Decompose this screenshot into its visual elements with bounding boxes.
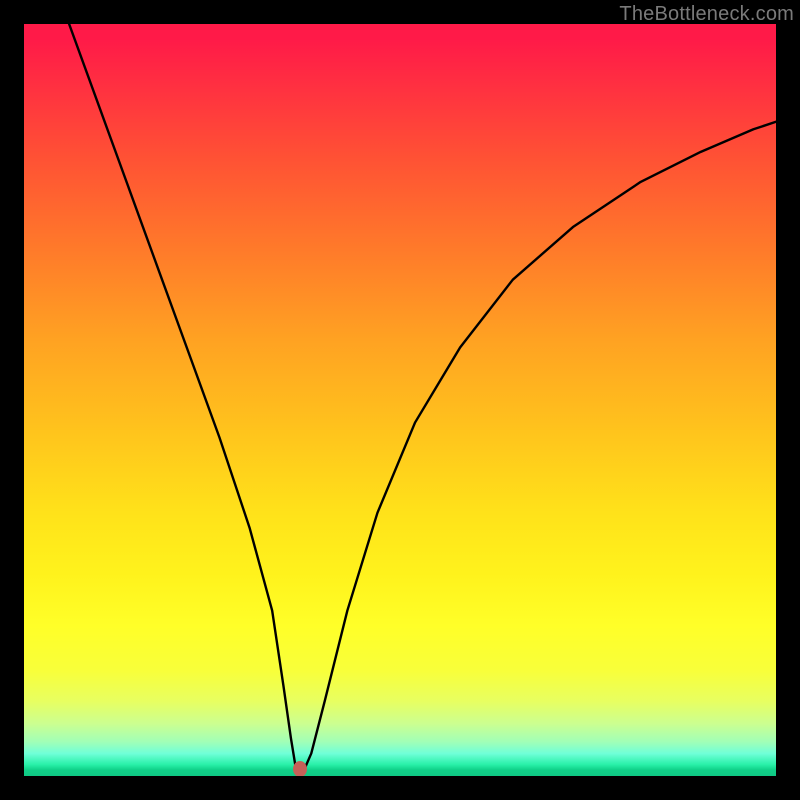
watermark-text: TheBottleneck.com (619, 3, 794, 26)
curve-path (69, 24, 776, 771)
chart-container: TheBottleneck.com (0, 0, 800, 800)
minimum-point-marker (293, 761, 307, 776)
plot-area (24, 24, 776, 776)
bottleneck-curve (24, 24, 776, 776)
